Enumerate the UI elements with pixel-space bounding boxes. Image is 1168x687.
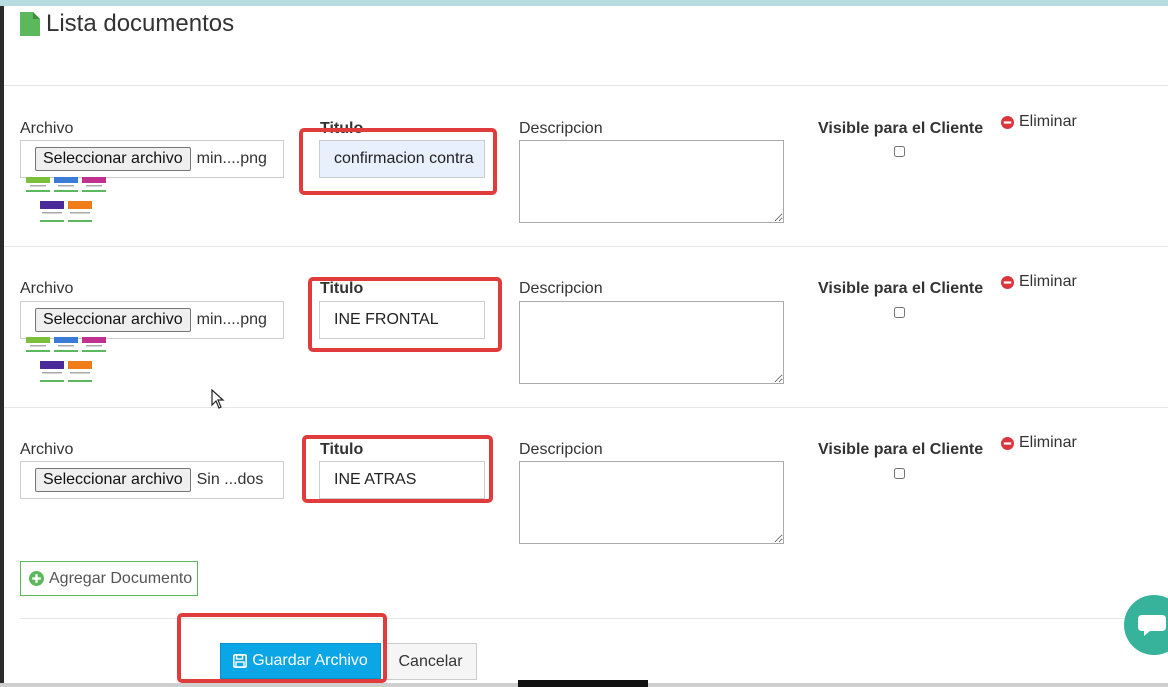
cancel-button[interactable]: Cancelar bbox=[384, 643, 477, 680]
page-title: Lista documentos bbox=[46, 10, 235, 37]
cancel-label: Cancelar bbox=[398, 652, 463, 670]
file-icon bbox=[20, 12, 40, 36]
highlight-box bbox=[299, 128, 497, 195]
descripcion-label: Descripcion bbox=[519, 280, 603, 297]
file-input[interactable]: Seleccionar archivo Sin ...dos bbox=[20, 461, 284, 499]
top-window-bar bbox=[0, 0, 1168, 6]
description-textarea[interactable] bbox=[519, 140, 784, 223]
select-file-button[interactable]: Seleccionar archivo bbox=[35, 308, 191, 332]
add-document-button[interactable]: Agregar Documento bbox=[20, 561, 198, 596]
descripcion-label: Descripcion bbox=[519, 441, 603, 458]
visible-label: Visible para el Cliente bbox=[818, 280, 984, 297]
highlight-box bbox=[302, 435, 493, 503]
description-textarea[interactable] bbox=[519, 301, 784, 384]
delete-link[interactable]: Eliminar bbox=[1001, 113, 1077, 131]
file-input[interactable]: Seleccionar archivo min....png bbox=[20, 301, 284, 339]
select-file-button[interactable]: Seleccionar archivo bbox=[35, 468, 191, 492]
document-row-1: Archivo Seleccionar archivo min....png T… bbox=[0, 86, 1168, 246]
add-document-label: Agregar Documento bbox=[49, 569, 193, 587]
visible-label: Visible para el Cliente bbox=[818, 120, 984, 137]
plus-circle-icon bbox=[29, 571, 44, 586]
visible-checkbox[interactable] bbox=[894, 307, 905, 318]
archivo-label: Archivo bbox=[20, 441, 74, 458]
description-textarea[interactable] bbox=[519, 461, 784, 544]
minus-circle-icon bbox=[1001, 115, 1014, 129]
descripcion-label: Descripcion bbox=[519, 120, 603, 137]
delete-label: Eliminar bbox=[1019, 113, 1077, 130]
page-header: Lista documentos bbox=[20, 10, 234, 38]
highlight-box bbox=[308, 277, 502, 352]
file-input[interactable]: Seleccionar archivo min....png bbox=[20, 140, 284, 178]
delete-link[interactable]: Eliminar bbox=[1001, 434, 1077, 452]
archivo-label: Archivo bbox=[20, 120, 74, 137]
visible-checkbox[interactable] bbox=[894, 468, 905, 479]
visible-checkbox[interactable] bbox=[894, 146, 905, 157]
bottom-shape bbox=[518, 680, 648, 687]
minus-circle-icon bbox=[1001, 436, 1014, 450]
document-thumbnail bbox=[26, 177, 106, 222]
file-name: min....png bbox=[196, 150, 267, 167]
minus-circle-icon bbox=[1001, 275, 1014, 289]
archivo-label: Archivo bbox=[20, 280, 74, 297]
highlight-box bbox=[177, 613, 387, 683]
visible-label: Visible para el Cliente bbox=[818, 441, 984, 458]
delete-link[interactable]: Eliminar bbox=[1001, 273, 1077, 291]
file-name: min....png bbox=[196, 311, 267, 328]
delete-label: Eliminar bbox=[1019, 434, 1077, 451]
chat-widget-button[interactable] bbox=[1124, 595, 1168, 655]
mouse-cursor-icon bbox=[211, 389, 225, 409]
file-name: Sin ...dos bbox=[196, 471, 264, 488]
select-file-button[interactable]: Seleccionar archivo bbox=[35, 147, 191, 171]
chat-bubble-icon bbox=[1138, 615, 1166, 636]
document-row-3: Archivo Seleccionar archivo Sin ...dos T… bbox=[0, 408, 1168, 568]
document-row-2: Archivo Seleccionar archivo min....png T… bbox=[0, 247, 1168, 407]
document-thumbnail bbox=[26, 337, 106, 382]
delete-label: Eliminar bbox=[1019, 273, 1077, 290]
